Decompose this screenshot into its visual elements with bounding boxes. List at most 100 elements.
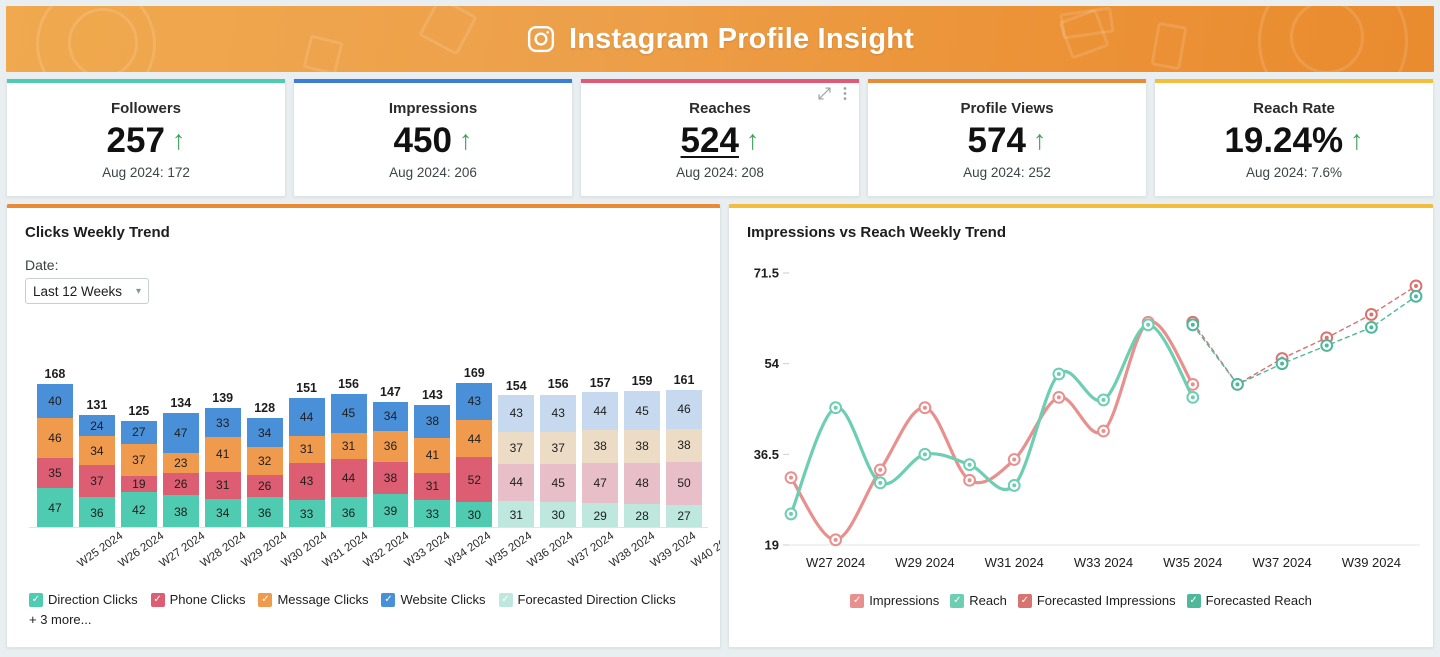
bar-column[interactable]: 125 27 37 19 42 (120, 316, 157, 528)
bar-segment[interactable]: 52 (456, 457, 493, 503)
bar-segment[interactable]: 32 (246, 447, 283, 475)
bar-column[interactable]: 156 43 37 45 30 (540, 316, 577, 528)
data-point-marker[interactable] (784, 507, 798, 521)
bar-segment[interactable]: 29 (582, 503, 619, 528)
bar-segment[interactable]: 44 (582, 392, 619, 430)
legend-item[interactable]: ✓ Phone Clicks (150, 592, 245, 607)
legend-checkbox-icon[interactable]: ✓ (150, 592, 165, 607)
legend-checkbox-icon[interactable]: ✓ (950, 593, 965, 608)
legend-item[interactable]: ✓ Forecasted Reach (1186, 593, 1312, 608)
bar-segment[interactable]: 31 (498, 501, 535, 528)
bar-segment[interactable]: 35 (37, 457, 73, 488)
bar-column[interactable]: 151 44 31 43 33 (288, 316, 325, 528)
bar-column[interactable]: 168 40 46 35 47 (37, 316, 73, 528)
bar-segment[interactable]: 39 (372, 494, 409, 528)
bar-segment[interactable]: 26 (246, 474, 283, 498)
bar-column[interactable]: 131 24 34 37 36 (78, 316, 115, 528)
bar-segment[interactable]: 36 (372, 430, 409, 462)
bar-column[interactable]: 161 46 38 50 27 (666, 316, 702, 528)
expand-icon[interactable] (817, 86, 832, 106)
bar-segment[interactable]: 43 (540, 394, 577, 432)
legend-checkbox-icon[interactable]: ✓ (381, 592, 396, 607)
data-point-marker[interactable] (918, 401, 932, 415)
bar-segment[interactable]: 37 (498, 431, 535, 464)
kpi-card-reaches[interactable]: Reaches 524 ↑ Aug 2024: 208 (580, 79, 860, 197)
bar-segment[interactable]: 23 (162, 453, 199, 473)
bar-segment[interactable]: 36 (78, 497, 115, 528)
bar-segment[interactable]: 38 (372, 461, 409, 495)
bar-segment[interactable]: 36 (330, 497, 367, 528)
bar-segment[interactable]: 37 (78, 465, 115, 498)
data-point-marker[interactable] (1052, 367, 1066, 381)
bar-column[interactable]: 134 47 23 26 38 (162, 316, 199, 528)
bar-segment[interactable]: 34 (204, 498, 241, 528)
bar-segment[interactable]: 30 (456, 502, 493, 528)
data-point-marker[interactable] (1364, 308, 1378, 321)
legend-checkbox-icon[interactable]: ✓ (258, 592, 273, 607)
data-point-marker[interactable] (1409, 289, 1423, 303)
bar-segment[interactable]: 31 (414, 472, 451, 500)
legend-item[interactable]: ✓ Forecasted Direction Clicks (498, 592, 676, 607)
bar-segment[interactable]: 48 (624, 462, 661, 504)
bar-segment[interactable]: 28 (624, 503, 661, 528)
data-point-marker[interactable] (1186, 318, 1200, 332)
legend-checkbox-icon[interactable]: ✓ (29, 592, 43, 607)
legend-checkbox-icon[interactable]: ✓ (850, 593, 865, 608)
more-options-icon[interactable] (843, 86, 847, 106)
legend-item[interactable]: ✓ Impressions (850, 593, 939, 608)
data-point-marker[interactable] (1275, 357, 1289, 371)
legend-item[interactable]: ✓ Forecasted Impressions (1017, 593, 1176, 608)
data-point-marker[interactable] (1186, 390, 1200, 404)
data-point-marker[interactable] (1052, 390, 1066, 404)
bar-segment[interactable]: 46 (666, 389, 702, 430)
bar-segment[interactable]: 31 (330, 432, 367, 460)
bar-segment[interactable]: 42 (120, 491, 157, 528)
bar-column[interactable]: 154 43 37 44 31 (498, 316, 535, 528)
data-point-marker[interactable] (873, 463, 887, 477)
bar-segment[interactable]: 34 (78, 436, 115, 466)
bar-segment[interactable]: 34 (372, 401, 409, 431)
legend-item[interactable]: ✓ Website Clicks (381, 592, 486, 607)
legend-item[interactable]: ✓ Message Clicks (258, 592, 368, 607)
bar-segment[interactable]: 26 (162, 472, 199, 496)
data-point-marker[interactable] (1097, 393, 1110, 407)
data-point-marker[interactable] (1409, 279, 1423, 293)
bar-segment[interactable]: 43 (498, 394, 535, 432)
legend-more-link[interactable]: + 3 more... (7, 607, 720, 627)
data-point-marker[interactable] (963, 473, 976, 487)
bar-segment[interactable]: 33 (204, 408, 241, 437)
legend-checkbox-icon[interactable]: ✓ (1186, 593, 1201, 608)
bar-segment[interactable]: 38 (162, 495, 199, 528)
bar-segment[interactable]: 43 (456, 382, 493, 420)
bar-segment[interactable]: 27 (666, 504, 702, 528)
bar-segment[interactable]: 33 (414, 499, 451, 528)
bar-segment[interactable]: 30 (540, 502, 577, 528)
bar-column[interactable]: 157 44 38 47 29 (582, 316, 619, 528)
bar-segment[interactable]: 38 (624, 429, 661, 463)
kpi-card-reach-rate[interactable]: Reach Rate 19.24% ↑ Aug 2024: 7.6% (1154, 79, 1434, 197)
data-point-marker[interactable] (1320, 339, 1334, 352)
bar-segment[interactable]: 27 (120, 420, 157, 444)
bar-segment[interactable]: 50 (666, 461, 702, 505)
bar-segment[interactable]: 37 (540, 431, 577, 464)
bar-segment[interactable]: 31 (288, 436, 325, 463)
bar-segment[interactable]: 45 (330, 393, 367, 433)
bar-segment[interactable]: 38 (582, 429, 619, 463)
bar-column[interactable]: 159 45 38 48 28 (624, 316, 661, 528)
bar-segment[interactable]: 47 (162, 412, 199, 454)
bar-segment[interactable]: 31 (204, 472, 241, 499)
data-point-marker[interactable] (1231, 377, 1244, 391)
data-point-marker[interactable] (963, 458, 976, 472)
bar-segment[interactable]: 46 (37, 417, 73, 458)
bar-column[interactable]: 169 43 44 52 30 (456, 316, 493, 528)
bar-segment[interactable]: 43 (288, 462, 325, 500)
bar-column[interactable]: 139 33 41 31 34 (204, 316, 241, 528)
bar-segment[interactable]: 41 (414, 437, 451, 473)
data-point-marker[interactable] (784, 471, 798, 485)
bar-segment[interactable]: 45 (540, 463, 577, 503)
kpi-card-profile-views[interactable]: Profile Views 574 ↑ Aug 2024: 252 (867, 79, 1147, 197)
data-point-marker[interactable] (1364, 321, 1378, 334)
bar-segment[interactable]: 24 (78, 415, 115, 436)
legend-checkbox-icon[interactable]: ✓ (1017, 593, 1032, 608)
legend-item[interactable]: ✓ Direction Clicks (29, 592, 138, 607)
